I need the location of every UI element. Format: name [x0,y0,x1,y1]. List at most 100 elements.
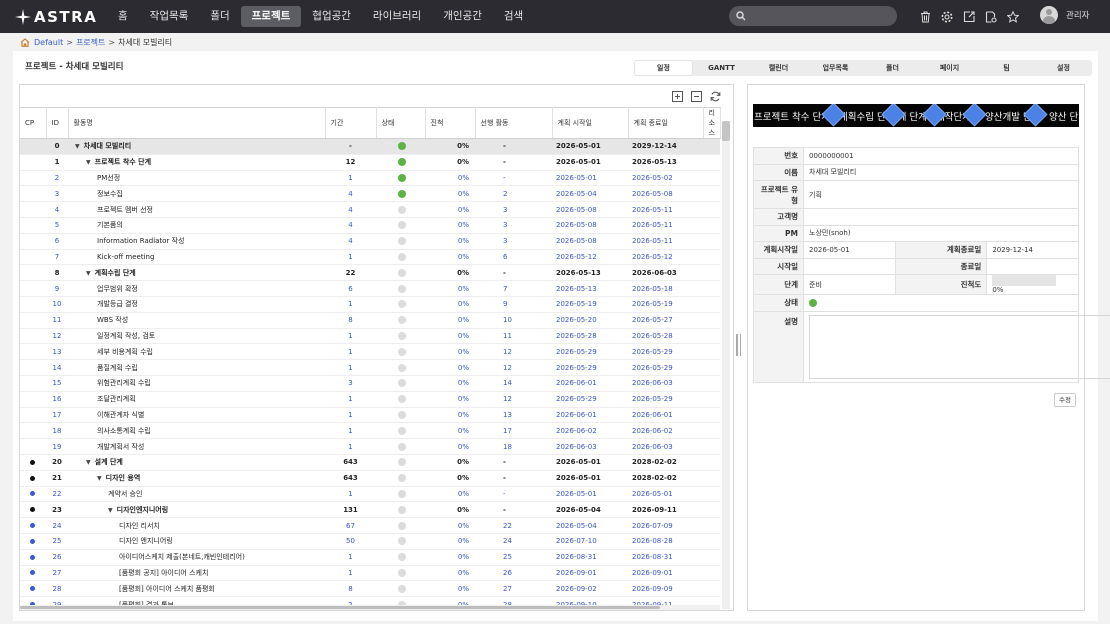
settings-icon[interactable] [936,7,958,26]
breadcrumb-default[interactable]: Default [34,38,63,47]
nav-item[interactable]: 프로젝트 [240,6,302,27]
table-row[interactable]: 10 개발등급 결정 1 0% 9 2026-05-19 2026-05-19 [20,296,720,313]
table-row[interactable]: 12 일정계획 작성, 검토 1 0% 11 2026-05-28 2026-05-28 [20,328,720,345]
user-menu[interactable]: 관리자 [1040,6,1089,24]
resource-cell [703,375,720,392]
stage-milestone-diamond[interactable] [962,104,987,127]
nav-item[interactable]: 개인공간 [432,6,493,27]
plan-end-cell: 2026-09-09 [628,580,703,598]
tab-6[interactable]: 팀 [978,61,1035,75]
table-row[interactable]: 24 디자인 리서치 67 0% 22 2026-05-04 2026-07-09 [20,517,720,534]
status-dot [398,158,406,167]
table-row[interactable]: 8 ▼ 계획수립 단계 22 0% -2026-05-13 2026-06-03 [20,264,720,282]
table-row[interactable]: 23 ▼ 디자인엔지니어링 131 0% -2026-05-04 2026-09-11 [20,501,720,519]
horizontal-scrollbar[interactable] [20,605,720,610]
expand-toggle-icon[interactable]: ▼ [75,143,80,150]
nav-item[interactable]: 폴더 [199,6,240,27]
field-label: 상태 [753,294,804,312]
stage-milestone-diamond[interactable] [881,104,906,127]
trash-icon[interactable] [914,7,936,26]
table-row[interactable]: 15 위험관리계획 수립 3 0% 14 2026-06-01 2026-06-03 [20,375,720,392]
column-header[interactable]: 진척 [425,107,476,139]
column-header[interactable]: 리소스 [703,107,721,139]
plan-start-cell: 2026-05-29 [552,391,628,408]
edit-button[interactable]: 수정 [1054,393,1076,407]
column-header[interactable]: 선행 활동 [475,107,553,139]
table-row[interactable]: 17 이해관계자 식별 1 0% 13 2026-06-01 2026-06-01 [20,407,720,424]
table-row[interactable]: 9 업무범위 확정 6 0% 7 2026-05-13 2026-05-18 [20,280,720,297]
document-settings-icon[interactable] [980,7,1002,26]
vertical-scrollbar[interactable] [722,121,730,609]
table-row[interactable]: 28 [품평회] 아이디어 스케치 품평회 8 0% 27 2026-09-02 2026-… [20,580,720,598]
expand-toggle-icon[interactable]: ▼ [108,507,113,514]
nav-item[interactable]: 협업공간 [301,6,362,27]
table-row[interactable]: 25 디자인 엔지니어링 50 0% 24 2026-07-10 2026-08-28 [20,533,720,550]
panel-splitter-handle[interactable] [736,334,741,356]
refresh-icon[interactable] [708,89,723,104]
table-row[interactable]: 3 정보수집 4 0% 2 2026-05-04 2026-05-08 [20,185,720,203]
table-row[interactable]: 22 계약서 승인 1 0% -2026-05-01 2026-05-01 [20,486,720,503]
nav-item[interactable]: 작업목록 [139,6,200,27]
scroll-thumb[interactable] [722,121,730,141]
home-icon[interactable] [20,38,30,47]
table-row[interactable]: 2 PM선정 1 0% -2026-05-01 2026-05-02 [20,170,720,187]
breadcrumb-project[interactable]: 프로젝트 [76,37,105,48]
status-cell [376,280,425,297]
table-row[interactable]: 14 품질계획 수립 1 0% 12 2026-05-29 2026-05-29 [20,359,720,376]
column-header[interactable]: CP [20,107,47,139]
tab-2[interactable]: 캘린더 [750,61,807,75]
column-header[interactable]: 기간 [325,107,377,139]
stage-milestone-diamond[interactable] [821,104,846,127]
search-input[interactable] [729,6,897,26]
tab-7[interactable]: 설정 [1035,61,1092,75]
nav-item[interactable]: 검색 [493,6,534,27]
table-row[interactable]: 20 ▼ 설계 단계 643 0% -2026-05-01 2028-02-02 [20,454,720,471]
stage-milestone-diamond[interactable] [922,104,947,127]
scroll-thumb[interactable] [20,606,660,609]
tab-3[interactable]: 업무목록 [807,61,864,75]
table-row[interactable]: 7 Kick-off meeting 1 0% 6 2026-05-12 2026-05-1… [20,249,720,266]
column-header[interactable]: 활동명 [68,107,326,139]
duration-cell: 1 [325,328,376,345]
tab-4[interactable]: 폴더 [864,61,921,75]
column-header[interactable]: 계획 종료일 [628,107,704,139]
status-cell [376,185,425,203]
table-row[interactable]: 16 조달관리계획 1 0% 12 2026-05-29 2026-05-29 [20,391,720,408]
table-row[interactable]: 0 ▼ 차세대 모빌리티 -0% -2026-05-01 2029-12-14 [20,138,720,155]
expand-toggle-icon[interactable]: ▼ [86,270,91,277]
stage-milestone-diamond[interactable] [1023,104,1048,127]
table-row[interactable]: 4 프로젝트 멤버 선정 4 0% 3 2026-05-08 2026-05-11 [20,201,720,218]
export-icon[interactable] [958,7,980,26]
table-row[interactable]: 13 세부 비용계획 수립 1 0% 12 2026-05-29 2026-05-29 [20,343,720,361]
expand-toggle-icon[interactable]: ▼ [97,475,102,482]
table-row[interactable]: 11 WBS 작성 8 0% 10 2026-05-20 2026-05-27 [20,312,720,329]
table-row[interactable]: 18 의사소통계획 수립 1 0% 17 2026-06-02 2026-06-02 [20,422,720,440]
tab-5[interactable]: 페이지 [921,61,978,75]
table-row[interactable]: 26 아이디어스케치 제출(본네트,캐빈인테리어) 1 0% 25 2026-08-31 2… [20,549,720,566]
table-row[interactable]: 5 기본품의 4 0% 3 2026-05-08 2026-05-11 [20,217,720,234]
collapse-all-icon[interactable] [689,89,704,104]
column-header[interactable]: ID [46,107,69,139]
column-header[interactable]: 상태 [376,107,426,139]
table-row[interactable]: 1 ▼ 프로젝트 착수 단계 12 0% -2026-05-01 2026-05-13 [20,154,720,171]
expand-all-icon[interactable] [670,89,685,104]
predecessor-cell: - [475,154,552,171]
table-row[interactable]: 21 ▼ 디자인 용역 643 0% -2026-05-01 2028-02-02 [20,470,720,487]
table-row[interactable]: 6 Information Radiator 작성 4 0% 3 2026-05-08 20… [20,233,720,250]
description-textarea[interactable] [809,314,1110,379]
star-icon[interactable] [1002,7,1024,26]
expand-toggle-icon[interactable]: ▼ [86,159,91,166]
main-nav: 홈 작업목록 폴더 프로젝트 협업공간 라이브러리 개인공간 검색 [107,0,534,33]
activity-name: 아이디어스케치 제출(본네트,캐빈인테리어) [119,553,245,562]
expand-toggle-icon[interactable]: ▼ [86,459,91,466]
table-row[interactable]: 27 [품평회 공지] 아이디어 스케치 1 0% 26 2026-09-01 2026-0… [20,565,720,582]
nav-item[interactable]: 라이브러리 [362,6,432,27]
tab-0[interactable]: 일정 [635,61,692,75]
nav-item[interactable]: 홈 [107,6,139,27]
astra-logo[interactable]: ASTRA [15,8,107,26]
tab-1[interactable]: GANTT [693,61,750,75]
id-cell: 0 [46,138,68,155]
table-row[interactable]: 19 개발계획서 작성 1 0% 18 2026-06-03 2026-06-03 [20,438,720,455]
cp-cell [20,312,46,329]
column-header[interactable]: 계획 시작일 [552,107,629,139]
